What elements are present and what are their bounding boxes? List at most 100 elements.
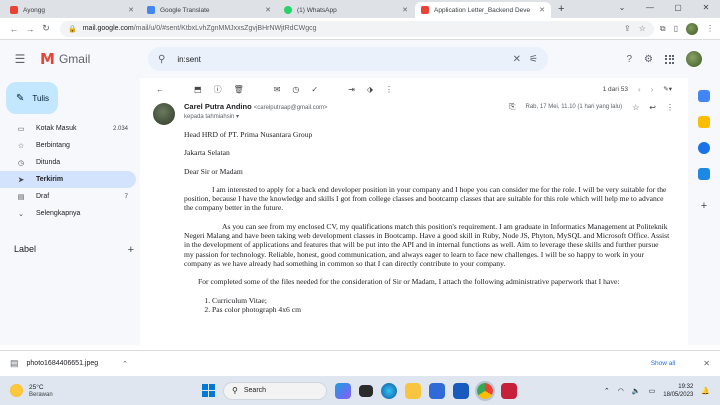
tab-close-icon[interactable]: ✕ (539, 6, 545, 14)
add-task-icon[interactable]: ✓ (311, 85, 318, 94)
account-avatar[interactable] (686, 51, 702, 67)
search-input[interactable] (177, 54, 505, 64)
volume-icon[interactable]: 🔈 (632, 387, 641, 395)
older-icon[interactable]: › (651, 85, 654, 94)
forward-icon[interactable]: → (22, 24, 38, 34)
chevron-up-icon[interactable]: ⌃ (122, 360, 128, 368)
sidebar-item-inbox[interactable]: ▭ Kotak Masuk 2.034 (0, 120, 136, 137)
tasks-icon[interactable] (698, 142, 710, 154)
close-icon[interactable]: ✕ (692, 0, 720, 18)
header-actions: ? ⚙ (626, 51, 720, 67)
clear-search-icon[interactable]: ✕ (513, 54, 521, 65)
search-icon[interactable]: ⚲ (158, 54, 165, 65)
tab-favicon-icon (10, 6, 18, 14)
browser-tab[interactable]: Ayongg ✕ (4, 2, 140, 18)
task-view-icon[interactable] (359, 384, 373, 397)
gmail-sidebar: ✎ Tulis ▭ Kotak Masuk 2.034 ☆ Berbintang… (0, 78, 140, 345)
browser-tab-active[interactable]: Application Letter_Backend Deve ✕ (415, 2, 551, 18)
main-menu-icon[interactable]: ☰ (0, 52, 40, 66)
store-icon[interactable] (429, 382, 445, 399)
snooze-icon[interactable]: ◷ (292, 85, 299, 94)
share-icon[interactable]: ⇪ (624, 24, 631, 33)
back-to-list-icon[interactable]: ← (156, 85, 164, 94)
download-item[interactable]: ▤ photo1684406651.jpeg ⌃ (10, 358, 128, 369)
profile-avatar[interactable] (686, 22, 698, 35)
clock-date: 18/05/2023 (663, 391, 694, 398)
move-to-icon[interactable]: ⇥ (348, 85, 355, 94)
tab-close-icon[interactable]: ✕ (265, 6, 271, 14)
browser-tab[interactable]: (1) WhatsApp ✕ (278, 2, 414, 18)
sidebar-item-sent[interactable]: ➤ Terkirim (0, 171, 136, 188)
chrome-icon[interactable] (475, 380, 495, 401)
draft-icon: ▤ (17, 193, 25, 201)
gmail-logo[interactable]: M Gmail (40, 50, 148, 68)
sidebar-item-label: Kotak Masuk (36, 125, 77, 132)
add-label-icon[interactable]: + (128, 244, 134, 256)
input-tools-icon[interactable]: ✎▾ (663, 85, 672, 93)
star-icon[interactable]: ☆ (632, 103, 639, 112)
side-panel-rail: + (688, 78, 720, 345)
reply-icon[interactable]: ↩ (649, 103, 656, 112)
contacts-icon[interactable] (698, 168, 710, 180)
file-explorer-icon[interactable] (405, 382, 421, 399)
chevron-down-icon[interactable]: ⌄ (608, 0, 636, 18)
search-options-icon[interactable]: ⚟ (529, 54, 538, 65)
report-spam-icon[interactable]: ⓘ (214, 84, 222, 95)
sender-avatar[interactable] (153, 103, 175, 125)
more-vert-icon[interactable]: ⋮ (666, 103, 674, 112)
battery-icon[interactable]: ▭ (649, 387, 656, 395)
label-icon[interactable]: ⬗ (367, 85, 373, 94)
chevron-up-icon[interactable]: ⌃ (604, 387, 610, 395)
message-panel: ← ⬒ ⓘ 🗑 ✉ ◷ ✓ ⇥ ⬗ ⋮ 1 dari 53 ‹ › ✎▾ Car… (144, 78, 688, 340)
recipient-line[interactable]: kepada tahmiahsin ▾ (184, 113, 688, 120)
help-icon[interactable]: ? (626, 54, 632, 65)
attachment-list: Curriculum Vitae; Pas color photograph 4… (184, 296, 670, 315)
bookmark-star-icon[interactable]: ☆ (639, 24, 646, 33)
tab-close-icon[interactable]: ✕ (402, 6, 408, 14)
maximize-icon[interactable]: ▢ (664, 0, 692, 18)
reload-icon[interactable]: ↻ (38, 23, 54, 34)
show-all-button[interactable]: Show all (651, 360, 676, 367)
sidebar-item-snoozed[interactable]: ◷ Ditunda (0, 154, 136, 171)
back-icon[interactable]: ← (6, 24, 22, 34)
compose-button[interactable]: ✎ Tulis (6, 82, 58, 114)
weather-widget[interactable]: 25°C Berawan (0, 384, 170, 398)
new-tab-icon[interactable]: + (558, 3, 564, 15)
gmail-m-icon: M (40, 50, 55, 68)
browser-tab[interactable]: Google Translate ✕ (141, 2, 277, 18)
sidebar-item-starred[interactable]: ☆ Berbintang (0, 137, 136, 154)
sidebar-item-drafts[interactable]: ▤ Draf 7 (0, 188, 136, 205)
settings-gear-icon[interactable]: ⚙ (644, 54, 653, 65)
archive-icon[interactable]: ⬒ (194, 85, 202, 94)
mark-unread-icon[interactable]: ✉ (274, 85, 281, 94)
calendar-icon[interactable] (698, 90, 710, 102)
tab-close-icon[interactable]: ✕ (128, 6, 134, 14)
sidebar-item-more[interactable]: ⌄ Selengkapnya (0, 205, 136, 222)
newer-icon[interactable]: ‹ (638, 85, 641, 94)
edge-icon[interactable] (381, 382, 397, 399)
word-icon[interactable] (453, 382, 469, 399)
taskbar-clock[interactable]: 19:32 18/05/2023 (663, 383, 693, 399)
windows-start-icon[interactable] (202, 384, 215, 397)
apps-grid-icon[interactable] (665, 54, 674, 64)
taskbar-search[interactable]: ⚲ Search (223, 381, 327, 400)
wifi-icon[interactable]: ◠ (618, 387, 624, 395)
window-controls: ⌄ — ▢ ✕ (608, 0, 720, 18)
gmail-logo-text: Gmail (58, 52, 91, 66)
keep-icon[interactable] (698, 116, 710, 128)
minimize-icon[interactable]: — (636, 0, 664, 18)
sidebar-item-label: Terkirim (36, 176, 64, 183)
sender-name[interactable]: Carel Putra Andino (184, 102, 252, 111)
sidepanel-icon[interactable]: ▯ (674, 24, 678, 33)
extensions-icon[interactable]: ⧉ (660, 24, 666, 34)
add-addon-icon[interactable]: + (701, 200, 707, 212)
notification-bell-icon[interactable]: 🔔 (701, 387, 710, 395)
close-icon[interactable]: ✕ (703, 359, 710, 368)
menu-kebab-icon[interactable]: ⋮ (706, 24, 714, 33)
url-input[interactable]: 🔒 mail.google.com/mail/u/0/#sent/KtbxLvh… (60, 20, 654, 37)
pencil-icon: ✎ (16, 92, 25, 104)
delete-icon[interactable]: 🗑 (234, 85, 244, 94)
copilot-icon[interactable] (335, 382, 351, 399)
app-icon[interactable] (501, 382, 517, 399)
more-actions-icon[interactable]: ⋮ (385, 85, 393, 94)
